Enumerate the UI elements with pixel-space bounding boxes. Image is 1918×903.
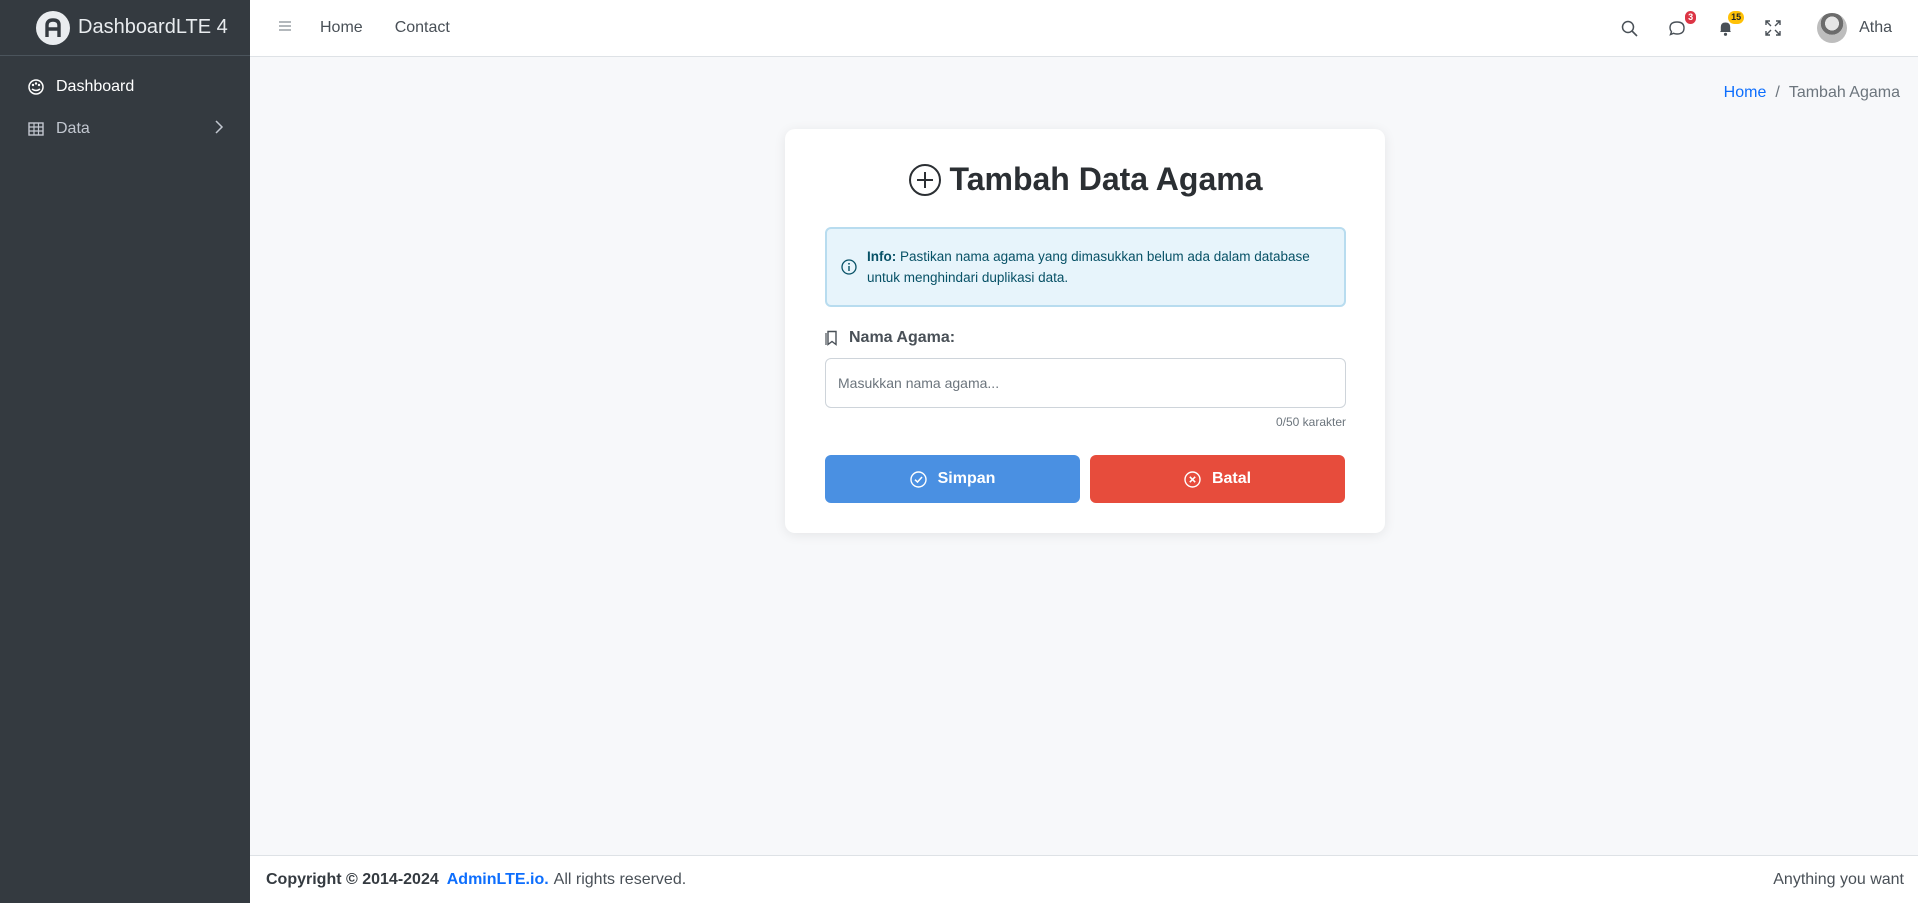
sidebar-item-label: Dashboard [56,78,135,95]
user-name: Atha [1859,19,1892,36]
info-alert-text: Info: Pastikan nama agama yang dimasukka… [867,246,1330,288]
footer-copyright: Copyright © 2014-2024 [266,870,439,888]
sidebar-nav: Dashboard Data [0,56,250,150]
page-title: Tambah Data Agama [785,161,1385,198]
sidebar-item-label: Data [56,120,90,137]
sidebar-item-data[interactable]: Data [0,108,250,150]
search-icon[interactable] [1619,18,1639,38]
brand-logo-icon [36,10,70,45]
breadcrumb-home-link[interactable]: Home [1724,84,1767,102]
character-counter: 0/50 karakter [1275,415,1346,429]
info-alert: Info: Pastikan nama agama yang dimasukka… [825,227,1346,307]
x-circle-icon [1184,470,1201,488]
topbar: Home Contact 3 15 Atha [250,0,1918,57]
breadcrumb-current: Tambah Agama [1788,84,1900,101]
info-alert-message: Pastikan nama agama yang dimasukkan belu… [867,249,1310,285]
notifications-badge: 15 [1728,11,1745,24]
messages-button[interactable]: 3 [1667,11,1697,38]
footer-right-text: Anything you want [1773,870,1904,888]
sidebar: DashboardLTE 4 Dashboard Data [0,0,250,903]
table-icon [28,121,44,137]
save-button-label: Simpan [937,470,996,487]
footer-brand-link[interactable]: AdminLTE.io. [447,871,549,889]
messages-badge: 3 [1685,11,1697,24]
save-button[interactable]: Simpan [825,455,1080,503]
nama-agama-input[interactable] [825,358,1346,408]
cancel-button-label: Batal [1211,470,1252,487]
page-title-text: Tambah Data Agama [949,161,1263,197]
info-circle-icon [841,259,857,275]
fullscreen-icon[interactable] [1763,18,1783,38]
brand[interactable]: DashboardLTE 4 [0,0,250,56]
sidebar-item-dashboard[interactable]: Dashboard [0,66,250,108]
brand-name: DashboardLTE 4 [78,16,228,38]
check-circle-icon [909,470,927,488]
nama-agama-label-text: Nama Agama: [849,329,956,346]
plus-circle-icon [908,163,942,197]
cancel-button[interactable]: Batal [1090,455,1345,503]
nama-agama-label: Nama Agama: [825,329,955,347]
topnav-home-link[interactable]: Home [320,19,363,37]
bookmark-icon [825,330,841,346]
footer: Copyright © 2014-2024 AdminLTE.io. All r… [250,855,1918,903]
chat-icon [1669,21,1685,36]
avatar [1817,13,1848,43]
breadcrumb: Home / Tambah Agama [1724,84,1900,102]
breadcrumb-separator: / [1775,84,1780,101]
user-menu[interactable]: Atha [1817,13,1892,43]
form-card: Tambah Data Agama Info: Pastikan nama ag… [785,129,1385,533]
menu-toggle-icon[interactable] [278,19,294,37]
chevron-right-icon [214,119,224,140]
info-alert-label: Info: [867,249,897,264]
notifications-button[interactable]: 15 [1715,11,1745,38]
topnav-contact-link[interactable]: Contact [395,19,450,37]
palette-icon [28,79,44,95]
footer-rights: All rights reserved. [553,870,687,888]
